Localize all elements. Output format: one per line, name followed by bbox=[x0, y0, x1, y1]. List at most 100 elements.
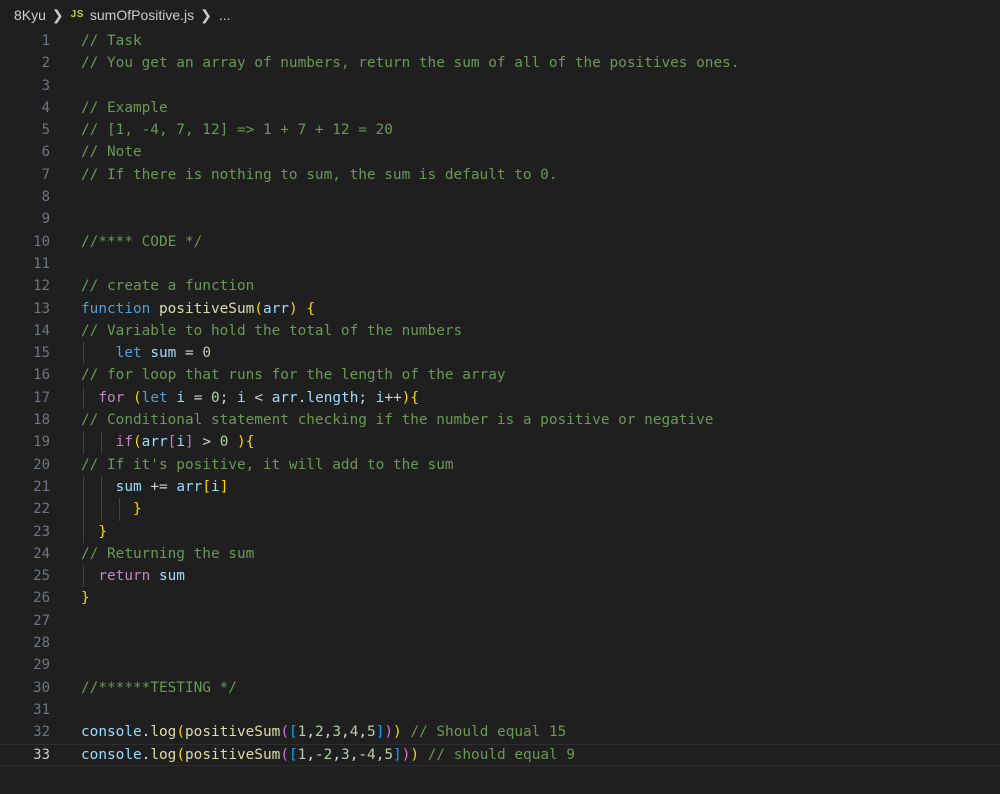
code-line[interactable]: 8 bbox=[0, 186, 1000, 208]
line-number: 20 bbox=[33, 456, 50, 473]
line-content[interactable]: // Conditional statement checking if the… bbox=[81, 409, 713, 431]
line-number: 15 bbox=[33, 345, 50, 362]
line-number: 14 bbox=[33, 322, 50, 339]
code-line[interactable]: 3 bbox=[0, 75, 1000, 97]
line-number: 31 bbox=[33, 701, 50, 718]
breadcrumb-folder[interactable]: 8Kyu bbox=[14, 7, 46, 23]
code-line[interactable]: 16 // for loop that runs for the length o… bbox=[0, 364, 1000, 386]
line-number: 21 bbox=[33, 478, 50, 495]
code-line[interactable]: 17 for (let i = 0; i < arr.length; i++){ bbox=[0, 386, 1000, 410]
code-line[interactable]: 6 // Note bbox=[0, 141, 1000, 163]
line-content[interactable]: // create a function bbox=[81, 275, 254, 297]
line-number: 5 bbox=[41, 122, 50, 139]
line-content[interactable]: // Variable to hold the total of the num… bbox=[81, 320, 462, 342]
code-line[interactable]: 33 console.log(positiveSum([1,-2,3,-4,5])… bbox=[0, 744, 1000, 766]
line-number: 7 bbox=[41, 166, 50, 183]
line-content[interactable]: // Returning the sum bbox=[81, 543, 254, 565]
line-content[interactable]: console.log(positiveSum([1,-2,3,-4,5])) … bbox=[81, 744, 575, 766]
chevron-right-icon: ❯ bbox=[51, 6, 64, 23]
line-number: 33 bbox=[33, 746, 50, 763]
line-number: 26 bbox=[33, 590, 50, 607]
code-line[interactable]: 28 bbox=[0, 632, 1000, 654]
line-content[interactable]: } bbox=[81, 587, 90, 609]
code-line[interactable]: 4 // Example bbox=[0, 97, 1000, 119]
line-number: 16 bbox=[33, 367, 50, 384]
line-number: 22 bbox=[33, 501, 50, 518]
code-line[interactable]: 10 //**** CODE */ bbox=[0, 231, 1000, 253]
code-line[interactable]: 23 } bbox=[0, 520, 1000, 543]
code-editor[interactable]: 8Kyu ❯ JS sumOfPositive.js ❯ ... 1 // Tas… bbox=[0, 0, 1000, 794]
line-content[interactable]: let sum = 0 bbox=[81, 342, 211, 364]
line-content[interactable]: for (let i = 0; i < arr.length; i++){ bbox=[81, 387, 419, 409]
line-number: 12 bbox=[33, 278, 50, 295]
code-line[interactable]: 20 // If it's positive, it will add to th… bbox=[0, 454, 1000, 476]
breadcrumb-file[interactable]: sumOfPositive.js bbox=[90, 7, 194, 23]
code-line[interactable]: 14 // Variable to hold the total of the n… bbox=[0, 320, 1000, 342]
code-line[interactable]: 7 // If there is nothing to sum, the sum … bbox=[0, 164, 1000, 186]
code-lines[interactable]: 1 // Task 2 // You get an array of numbers,… bbox=[0, 30, 1000, 766]
code-line[interactable]: 29 bbox=[0, 654, 1000, 676]
line-number: 9 bbox=[41, 211, 50, 228]
line-content[interactable]: // You get an array of numbers, return t… bbox=[81, 52, 739, 74]
line-number: 30 bbox=[33, 679, 50, 696]
code-line[interactable]: 30 //******TESTING */ bbox=[0, 677, 1000, 699]
javascript-file-icon: JS bbox=[70, 8, 84, 20]
line-content[interactable]: function positiveSum(arr) { bbox=[81, 298, 315, 320]
line-number: 18 bbox=[33, 412, 50, 429]
line-number: 28 bbox=[33, 635, 50, 652]
line-number: 24 bbox=[33, 545, 50, 562]
code-line[interactable]: 25 return sum bbox=[0, 565, 1000, 588]
line-number: 10 bbox=[33, 233, 50, 250]
line-number: 29 bbox=[33, 657, 50, 674]
line-number: 1 bbox=[41, 33, 50, 49]
chevron-right-icon: ❯ bbox=[200, 6, 212, 23]
code-line[interactable]: 2 // You get an array of numbers, return … bbox=[0, 52, 1000, 74]
line-content[interactable]: // If it's positive, it will add to the … bbox=[81, 454, 454, 476]
line-content[interactable]: // Task bbox=[81, 30, 142, 52]
line-content[interactable]: //******TESTING */ bbox=[81, 677, 237, 699]
line-number: 8 bbox=[41, 189, 50, 206]
code-line[interactable]: 1 // Task bbox=[0, 30, 1000, 52]
line-number: 27 bbox=[33, 612, 50, 629]
line-content[interactable]: // Note bbox=[81, 141, 142, 163]
code-line[interactable]: 22 } bbox=[0, 498, 1000, 521]
code-line[interactable]: 12 // create a function bbox=[0, 275, 1000, 297]
breadcrumb-symbols[interactable]: ... bbox=[219, 7, 231, 23]
code-line[interactable]: 26} bbox=[0, 587, 1000, 609]
line-number: 2 bbox=[41, 55, 50, 72]
code-line[interactable]: 9 bbox=[0, 208, 1000, 230]
line-number: 11 bbox=[33, 255, 50, 272]
line-number: 13 bbox=[33, 300, 50, 317]
line-number: 4 bbox=[41, 99, 50, 116]
breadcrumb: 8Kyu ❯ JS sumOfPositive.js ❯ ... bbox=[0, 0, 1000, 30]
code-line[interactable]: 11 bbox=[0, 253, 1000, 275]
code-line[interactable]: 27 bbox=[0, 610, 1000, 632]
code-line[interactable]: 31 bbox=[0, 699, 1000, 721]
code-line[interactable]: 15 let sum = 0 bbox=[0, 342, 1000, 365]
line-content[interactable]: // If there is nothing to sum, the sum i… bbox=[81, 164, 558, 186]
code-line[interactable]: 21 sum += arr[i] bbox=[0, 475, 1000, 499]
line-content[interactable]: if(arr[i] > 0 ){ bbox=[81, 431, 255, 453]
code-line[interactable]: 19 if(arr[i] > 0 ){ bbox=[0, 431, 1000, 454]
line-number: 25 bbox=[33, 568, 50, 585]
code-line[interactable]: 32 console.log(positiveSum([1,2,3,4,5])) … bbox=[0, 721, 1000, 743]
code-line[interactable]: 24 // Returning the sum bbox=[0, 543, 1000, 565]
line-content[interactable]: } bbox=[81, 498, 142, 520]
code-line[interactable]: 18 // Conditional statement checking if t… bbox=[0, 409, 1000, 431]
line-content[interactable]: //**** CODE */ bbox=[81, 231, 202, 253]
code-line[interactable]: 5 // [1, -4, 7, 12] => 1 + 7 + 12 = 20 bbox=[0, 119, 1000, 141]
line-content[interactable]: // [1, -4, 7, 12] => 1 + 7 + 12 = 20 bbox=[81, 119, 393, 141]
line-number: 3 bbox=[41, 77, 50, 94]
line-number: 17 bbox=[33, 389, 50, 406]
line-number: 32 bbox=[33, 724, 50, 741]
line-content[interactable]: console.log(positiveSum([1,2,3,4,5])) //… bbox=[81, 721, 566, 743]
line-number: 19 bbox=[33, 434, 50, 451]
line-number: 23 bbox=[33, 523, 50, 540]
code-line[interactable]: 13 function positiveSum(arr) { bbox=[0, 298, 1000, 320]
line-number: 6 bbox=[41, 144, 50, 161]
line-content[interactable]: // for loop that runs for the length of … bbox=[81, 364, 506, 386]
line-content[interactable]: return sum bbox=[81, 565, 185, 587]
line-content[interactable]: } bbox=[81, 521, 107, 543]
line-content[interactable]: sum += arr[i] bbox=[81, 476, 229, 498]
line-content[interactable]: // Example bbox=[81, 97, 168, 119]
